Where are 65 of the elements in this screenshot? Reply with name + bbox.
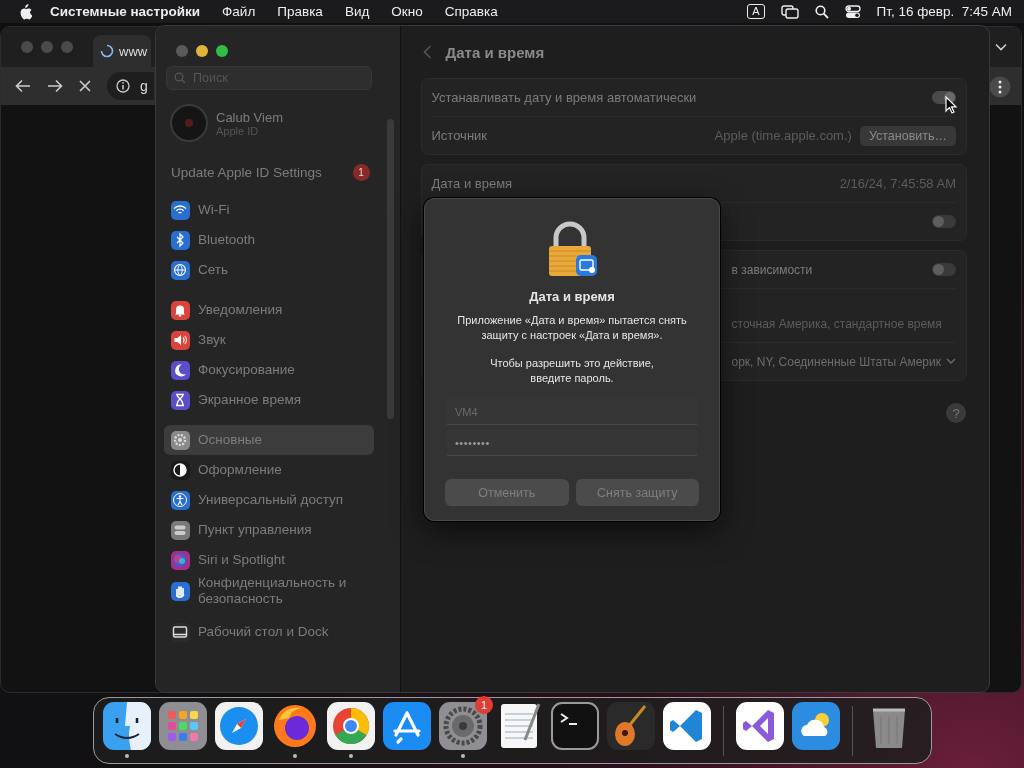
sidebar-item[interactable]: Пункт управления [164, 515, 374, 545]
chevron-down-icon[interactable] [995, 43, 1007, 51]
menu-item[interactable]: Справка [444, 4, 498, 19]
mouse-pointer-icon [945, 96, 957, 114]
browser-tab[interactable]: www [93, 35, 151, 67]
search-icon[interactable] [814, 4, 829, 19]
setting-label: в зависимости [731, 262, 813, 277]
account-name[interactable]: Calub Viem [216, 109, 283, 125]
minimize-button[interactable] [196, 45, 208, 57]
toggle-switch[interactable] [932, 215, 956, 228]
dialog-title: Дата и время [529, 289, 615, 304]
setting-label: Устанавливать дату и время автоматически [431, 90, 697, 105]
forward-arrow-icon[interactable] [47, 79, 63, 93]
menu-item[interactable]: Правка [277, 4, 323, 19]
windows-icon[interactable] [780, 4, 799, 19]
city-dropdown[interactable]: орк, NY, Соединенные Штаты Америк [731, 354, 956, 369]
sidebar-item[interactable]: Универсальный доступ [164, 485, 374, 515]
setting-label: Источник [431, 128, 487, 143]
zoom-button[interactable] [216, 45, 228, 57]
sidebar-item[interactable]: Экранное время [164, 385, 374, 415]
setting-value: 2/16/24, 7:45:58 AM [839, 176, 956, 191]
menu-clock[interactable]: Пт, 16 февр. 7:45 AM [876, 4, 1012, 19]
notification-badge: 1 [475, 695, 493, 714]
chevron-down-icon [946, 358, 956, 365]
sidebar-item[interactable]: Siri и Spotlight [164, 545, 374, 575]
control-center-icon[interactable] [844, 4, 861, 19]
set-button[interactable]: Установить… [859, 125, 956, 146]
page-title: Дата и время [445, 43, 545, 61]
more-options-icon[interactable] [989, 76, 1011, 98]
input-source-indicator[interactable]: A [747, 4, 765, 19]
update-notice[interactable]: Update Apple ID Settings [171, 165, 322, 180]
menu-item[interactable]: Файл [222, 4, 256, 19]
apple-logo-icon[interactable] [18, 3, 32, 20]
stop-icon[interactable] [79, 80, 91, 92]
sidebar-item[interactable]: Рабочий стол и Dock [164, 617, 374, 647]
sidebar-item[interactable]: Основные [164, 425, 374, 455]
smiling-face-app-icon[interactable] [103, 701, 151, 760]
app-menu[interactable]: Системные настройки [50, 4, 201, 19]
sidebar-item[interactable]: Bluetooth [164, 225, 374, 255]
settings-icon[interactable] [439, 701, 487, 760]
menu-item[interactable]: Окно [391, 4, 423, 19]
notification-badge: 1 [352, 164, 370, 181]
loading-spinner-icon [100, 44, 114, 58]
dialog-message: Чтобы разрешить это действие, введите пароль. [489, 356, 655, 385]
sidebar-item[interactable]: Сеть [164, 255, 374, 285]
sidebar-item[interactable]: Оформление [164, 455, 374, 485]
circle-logo-icon[interactable] [327, 701, 375, 760]
sidebar-item[interactable]: Уведомления [164, 295, 374, 325]
help-button[interactable]: ? [946, 403, 966, 423]
sidebar-item[interactable]: Конфиденциальность и безопасность [164, 575, 374, 607]
dialog-message: Приложение «Дата и время» пытается снять защиту с настроек «Дата и время». [456, 313, 688, 342]
setting-value: сточная Америка, стандартное время [731, 316, 942, 331]
setting-label: Дата и время [431, 176, 513, 191]
info-icon [116, 79, 130, 93]
dot-icon [184, 118, 194, 128]
address-bar[interactable]: g [107, 72, 154, 100]
menu-item[interactable]: Вид [344, 4, 370, 19]
setting-value: Apple (time.apple.com.) [714, 128, 852, 143]
toggle-switch[interactable] [932, 263, 956, 276]
sidebar-item[interactable]: Звук [164, 325, 374, 355]
sidebar-item[interactable]: Фокусирование [164, 355, 374, 385]
padlock-icon [546, 221, 598, 279]
back-arrow-icon[interactable] [15, 79, 31, 93]
sidebar-item[interactable]: Wi-Fi [164, 195, 374, 225]
search-icon [174, 72, 186, 84]
